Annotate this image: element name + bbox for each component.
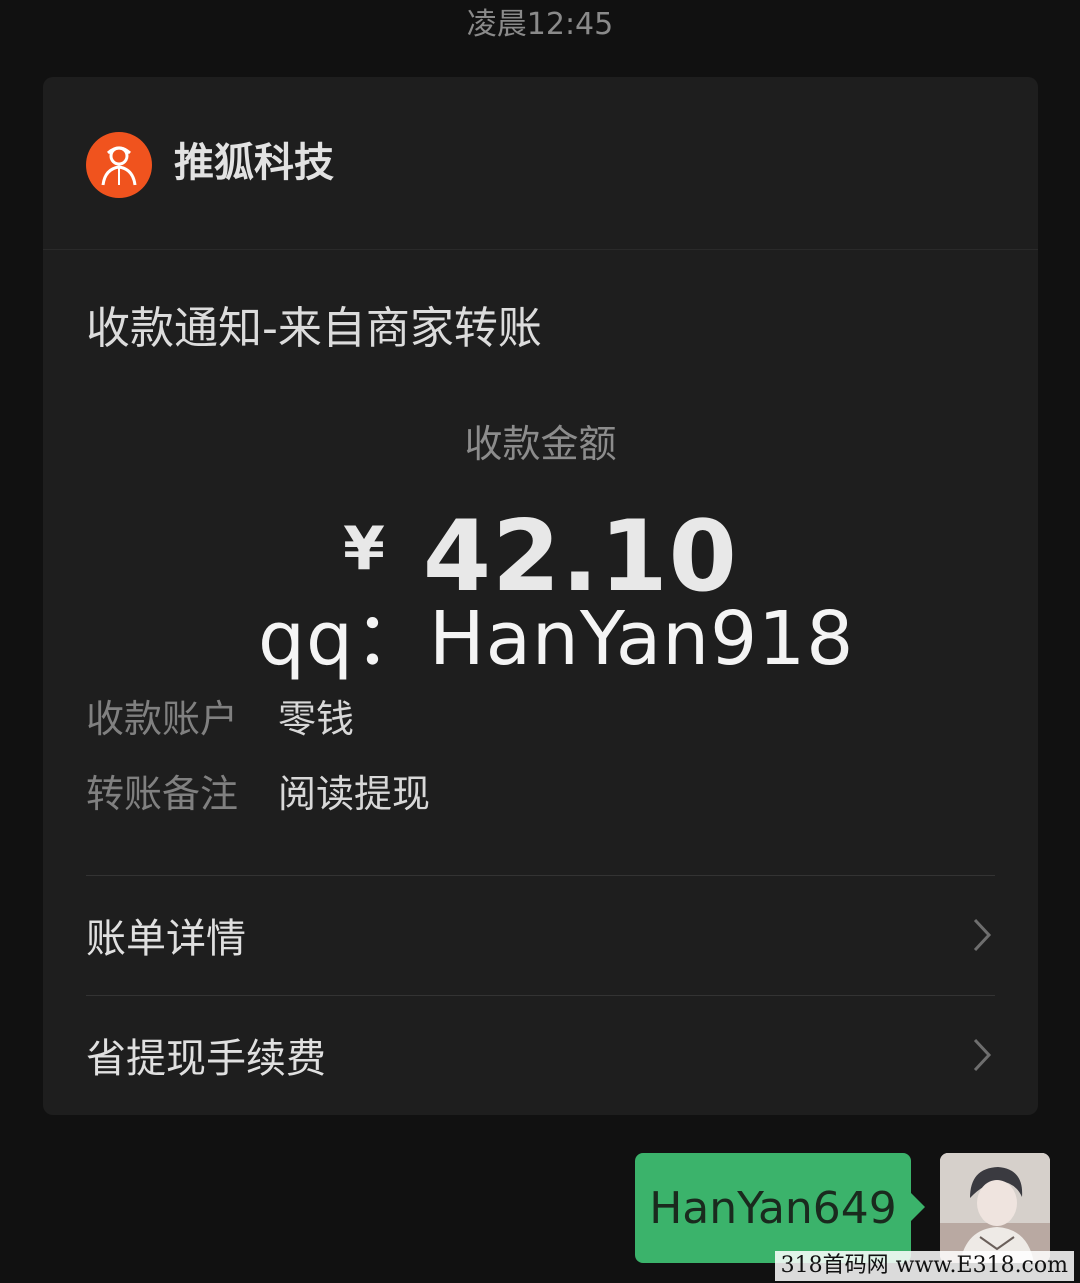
notification-title: 收款通知-来自商家转账 [86,303,542,354]
chevron-right-icon [969,915,995,955]
save-fee-link[interactable]: 省提现手续费 [86,996,995,1114]
card-header[interactable]: 推狐科技 [43,77,1038,250]
chat-timestamp: 凌晨12:45 [466,7,614,42]
payment-notification-card[interactable]: 推狐科技 收款通知-来自商家转账 收款金额 ¥42.10 qq：HanYan91… [43,77,1038,1115]
detail-row-account: 收款账户 零钱 [86,692,354,746]
link-label: 账单详情 [86,916,246,962]
sent-message-bubble[interactable]: HanYan649 [635,1153,911,1263]
user-avatar[interactable] [940,1153,1050,1263]
bill-details-link[interactable]: 账单详情 [86,876,995,994]
merchant-name[interactable]: 推狐科技 [174,135,334,191]
detail-key: 收款账户 [86,697,239,741]
site-watermark: 318首码网 www.E318.com [774,1251,1074,1281]
bubble-tail [911,1193,925,1221]
chevron-right-icon [969,1035,995,1075]
person-avatar-icon[interactable] [86,132,152,198]
detail-key: 转账备注 [86,772,239,816]
amount-label: 收款金额 [464,422,617,466]
detail-value: 阅读提现 [278,772,431,816]
detail-value: 零钱 [278,697,355,741]
currency-symbol: ¥ [343,514,385,584]
detail-row-remark: 转账备注 阅读提现 [86,767,430,821]
overlay-watermark-text: qq：HanYan918 [258,596,855,682]
link-label: 省提现手续费 [86,1036,326,1082]
